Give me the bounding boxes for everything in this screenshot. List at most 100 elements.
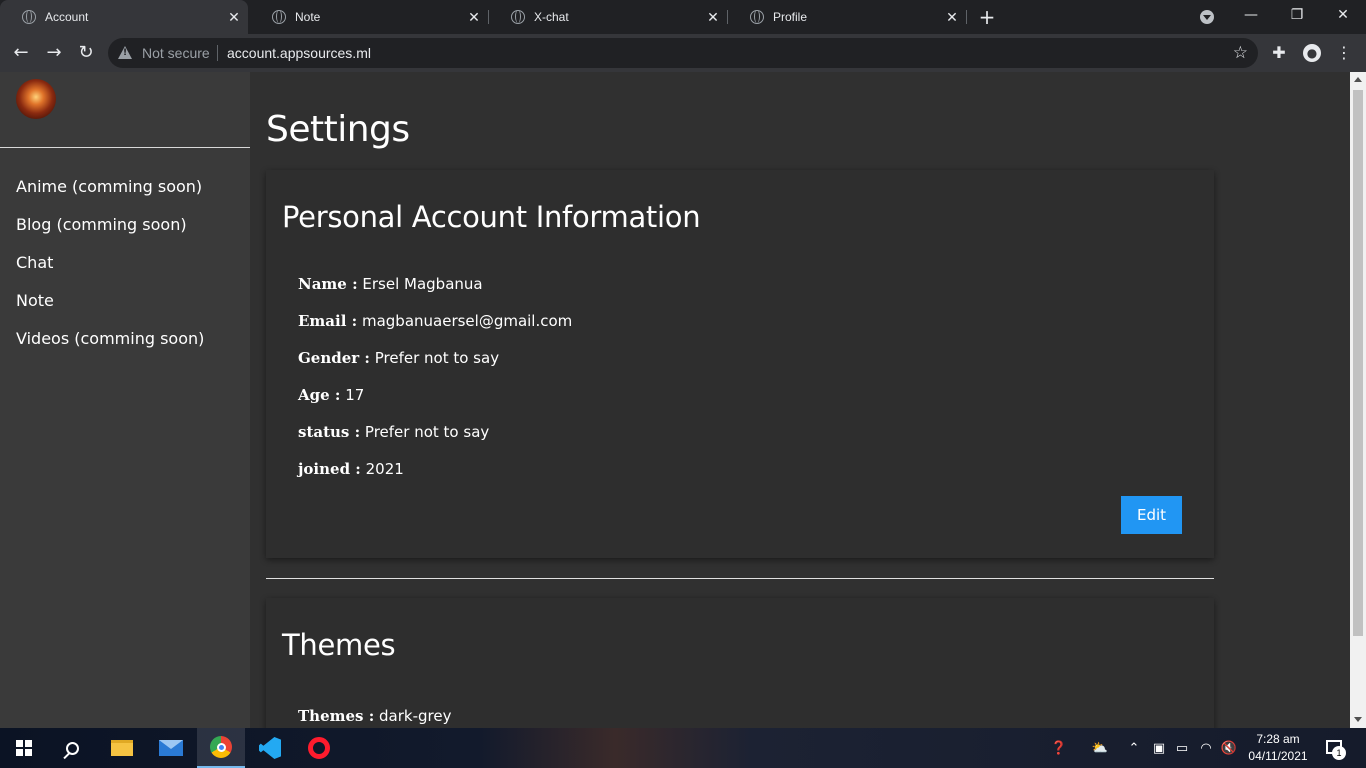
field-label: Age : — [298, 386, 341, 404]
avatar[interactable] — [16, 79, 56, 119]
wifi-icon[interactable]: ◠ — [1197, 728, 1215, 768]
personal-info-list: Name : Ersel Magbanua Email : magbanuaer… — [298, 275, 572, 497]
field-value: Ersel Magbanua — [362, 275, 483, 293]
edit-button[interactable]: Edit — [1121, 496, 1182, 534]
info-row-joined: joined : 2021 — [298, 460, 572, 497]
page-scrollbar[interactable] — [1350, 72, 1366, 728]
field-label: Name : — [298, 275, 358, 293]
tab-account[interactable]: Account ✕ — [0, 0, 248, 34]
sidebar-item-anime[interactable]: Anime (comming soon) — [16, 177, 204, 215]
tab-label: Note — [295, 10, 321, 24]
sidebar: Anime (comming soon) Blog (comming soon)… — [0, 72, 250, 728]
address-bar[interactable]: Not secure account.appsources.ml ☆ — [108, 38, 1258, 68]
info-row-status: status : Prefer not to say — [298, 423, 572, 460]
kebab-menu-icon[interactable]: ⋮ — [1333, 42, 1355, 64]
close-icon[interactable]: ✕ — [226, 9, 242, 25]
extensions-puzzle-icon[interactable]: ✚ — [1268, 42, 1290, 64]
section-divider — [266, 578, 1214, 579]
info-row-gender: Gender : Prefer not to say — [298, 349, 572, 386]
page-title: Settings — [266, 109, 410, 150]
restore-icon[interactable]: ❐ — [1274, 0, 1320, 32]
taskbar-clock[interactable]: 7:28 am 04/11/2021 — [1240, 731, 1316, 765]
window-close-icon[interactable]: ✕ — [1320, 0, 1366, 32]
opera-taskbar-button[interactable] — [295, 728, 343, 768]
browser-toolbar: ← → ↻ Not secure account.appsources.ml ☆… — [0, 34, 1366, 72]
reload-icon[interactable]: ↻ — [72, 39, 100, 67]
warning-icon[interactable] — [118, 46, 132, 59]
chrome-taskbar-button[interactable] — [197, 728, 245, 768]
scroll-up-arrow-icon[interactable] — [1354, 77, 1362, 82]
info-row-email: Email : magbanuaersel@gmail.com — [298, 312, 572, 349]
sidebar-nav: Anime (comming soon) Blog (comming soon)… — [16, 177, 204, 367]
search-icon — [65, 741, 79, 755]
tab-x-chat[interactable]: X-chat ✕ — [489, 0, 727, 34]
sidebar-item-chat[interactable]: Chat — [16, 253, 204, 291]
notification-badge: 1 — [1332, 746, 1346, 760]
taskbar-search-button[interactable] — [48, 728, 96, 768]
themes-row: Themes : dark-grey — [298, 707, 451, 725]
mail-icon — [159, 740, 183, 756]
field-value: 17 — [345, 386, 365, 404]
personal-info-title: Personal Account Information — [282, 200, 701, 234]
tab-profile[interactable]: Profile ✕ — [728, 0, 966, 34]
windows-logo-icon — [16, 740, 32, 756]
battery-icon[interactable]: ▭ — [1173, 728, 1191, 768]
field-label: joined : — [298, 460, 361, 478]
file-explorer-button[interactable] — [98, 728, 146, 768]
back-arrow-icon[interactable]: ← — [7, 39, 35, 67]
themes-card: Themes Themes : dark-grey — [266, 598, 1214, 728]
help-icon[interactable]: ❓ — [1046, 728, 1072, 768]
meet-now-icon[interactable]: ▣ — [1150, 728, 1168, 768]
tab-label: Account — [45, 10, 89, 24]
globe-icon — [22, 10, 36, 24]
sidebar-divider — [0, 147, 250, 148]
info-row-age: Age : 17 — [298, 386, 572, 423]
globe-icon — [750, 10, 764, 24]
sidebar-item-note[interactable]: Note — [16, 291, 204, 329]
field-label: Email : — [298, 312, 358, 330]
vscode-icon — [259, 737, 281, 759]
sidebar-item-blog[interactable]: Blog (comming soon) — [16, 215, 204, 253]
sidebar-item-videos[interactable]: Videos (comming soon) — [16, 329, 204, 367]
field-value: 2021 — [365, 460, 404, 478]
field-value: dark-grey — [379, 707, 452, 725]
security-label[interactable]: Not secure — [142, 45, 210, 61]
close-icon[interactable]: ✕ — [705, 9, 721, 25]
start-button[interactable] — [0, 728, 48, 768]
minimize-icon[interactable]: — — [1228, 0, 1274, 32]
close-icon[interactable]: ✕ — [944, 9, 960, 25]
vscode-taskbar-button[interactable] — [246, 728, 294, 768]
url-text[interactable]: account.appsources.ml — [227, 45, 371, 61]
new-tab-button[interactable]: + — [976, 6, 998, 28]
page-content: Anime (comming soon) Blog (comming soon)… — [0, 72, 1350, 728]
field-value: Prefer not to say — [374, 349, 500, 367]
bookmark-star-icon[interactable]: ☆ — [1233, 43, 1248, 63]
tab-label: Profile — [773, 10, 808, 24]
info-row-name: Name : Ersel Magbanua — [298, 275, 572, 312]
field-label: Themes : — [298, 707, 375, 725]
tab-note[interactable]: Note ✕ — [250, 0, 488, 34]
scroll-down-arrow-icon[interactable] — [1354, 717, 1362, 722]
themes-title: Themes — [282, 628, 396, 662]
chevron-up-icon[interactable]: ⌃ — [1126, 728, 1142, 768]
scrollbar-thumb[interactable] — [1353, 90, 1363, 636]
globe-icon — [511, 10, 525, 24]
weather-icon[interactable]: ⛅ — [1088, 728, 1112, 768]
field-value: magbanuaersel@gmail.com — [361, 312, 573, 330]
taskbar: ❓ ⛅ ⌃ ▣ ▭ ◠ 🔇 7:28 am 04/11/2021 1 — [0, 728, 1366, 768]
close-icon[interactable]: ✕ — [466, 9, 482, 25]
volume-muted-icon[interactable]: 🔇 — [1219, 728, 1239, 768]
mail-button[interactable] — [147, 728, 195, 768]
tab-separator — [966, 10, 967, 24]
field-label: Gender : — [298, 349, 370, 367]
opera-icon — [308, 737, 330, 759]
tab-search-icon[interactable] — [1200, 10, 1214, 24]
field-value: Prefer not to say — [364, 423, 490, 441]
globe-icon — [272, 10, 286, 24]
chrome-icon — [210, 736, 232, 758]
omnibox-separator — [217, 45, 218, 61]
clock-time: 7:28 am — [1256, 732, 1300, 746]
forward-arrow-icon[interactable]: → — [40, 39, 68, 67]
tab-strip: Account ✕ Note ✕ X-chat ✕ Profile ✕ + — … — [0, 0, 1366, 34]
profile-icon[interactable]: ● — [1303, 44, 1321, 62]
